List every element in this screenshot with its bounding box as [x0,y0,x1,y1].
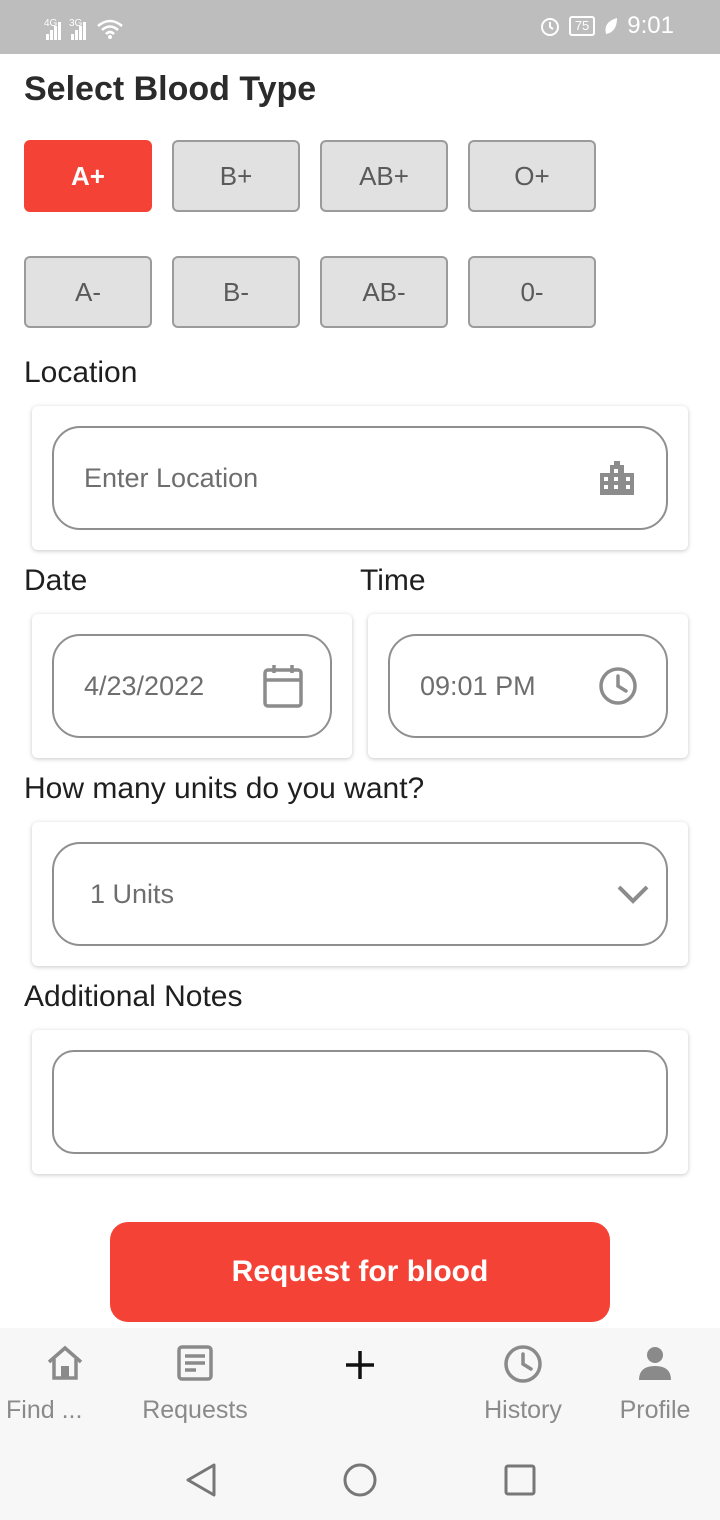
units-label: How many units do you want? [24,772,425,805]
time-field[interactable]: 09:01 PM [388,634,668,738]
blood-type-a-neg-button[interactable]: A- [24,256,152,328]
home-circle-icon[interactable] [342,1462,378,1498]
requests-icon [176,1344,214,1387]
nav-label-profile: Profile [619,1396,691,1424]
time-label: Time [360,564,426,597]
network-type-1: 4G [44,18,58,29]
blood-type-b-neg-button[interactable]: B- [172,256,300,328]
recents-icon[interactable] [504,1464,536,1496]
leaf-icon [605,18,618,34]
wifi-icon [97,19,123,39]
notes-card [32,1030,688,1174]
chevron-down-icon[interactable] [616,844,650,944]
notes-label: Additional Notes [24,980,243,1013]
blood-type-ab-neg-button[interactable]: AB- [320,256,448,328]
signal-icon: 4G [44,18,61,40]
units-select[interactable]: 1 Units [52,842,668,946]
status-bar: 4G 3G 75 9:01 [0,0,720,54]
battery-icon: 75 [568,16,596,36]
location-input[interactable]: Enter Location [52,426,668,530]
person-icon [637,1344,673,1387]
nav-item-find[interactable]: Find ... [0,1328,130,1440]
blood-type-o-pos-button[interactable]: O+ [468,140,596,212]
clock-time: 9:01 [627,12,674,39]
date-value: 4/23/2022 [84,671,205,701]
page-title: Select Blood Type [24,70,317,108]
back-icon[interactable] [184,1462,218,1498]
nav-label-find: Find ... [6,1396,83,1424]
home-icon [45,1344,85,1387]
signal-icon: 3G [69,18,86,40]
date-card: 4/23/2022 [32,614,352,758]
nav-item-history[interactable]: History [458,1328,588,1440]
bottom-nav: Find ... Requests History Profile [0,1328,720,1440]
request-blood-button[interactable]: Request for blood [110,1222,610,1322]
date-field[interactable]: 4/23/2022 [52,634,332,738]
location-label: Location [24,356,138,389]
status-left: 4G 3G [44,12,124,40]
status-right: 75 9:01 [539,12,674,40]
nav-item-requests[interactable]: Requests [130,1328,260,1440]
blood-type-a-pos-button[interactable]: A+ [24,140,152,212]
blood-type-o-neg-button[interactable]: 0- [468,256,596,328]
nav-label-history: History [484,1396,562,1424]
notes-input[interactable] [52,1050,668,1154]
clock-icon [598,636,638,736]
nav-item-profile[interactable]: Profile [590,1328,720,1440]
blood-type-ab-pos-button[interactable]: AB+ [320,140,448,212]
alarm-icon [540,18,559,36]
date-label: Date [24,564,88,597]
network-type-2: 3G [69,18,83,29]
city-icon [598,428,636,528]
units-card: 1 Units [32,822,688,966]
location-placeholder: Enter Location [84,463,259,493]
calendar-icon [262,636,304,736]
units-value: 1 Units [90,879,175,909]
plus-icon [343,1348,377,1387]
nav-item-add[interactable] [295,1328,425,1440]
location-card: Enter Location [32,406,688,550]
blood-type-b-pos-button[interactable]: B+ [172,140,300,212]
time-card: 09:01 PM [368,614,688,758]
nav-label-requests: Requests [142,1396,248,1424]
time-value: 09:01 PM [420,671,536,701]
system-nav-bar [0,1440,720,1520]
history-icon [503,1344,543,1389]
